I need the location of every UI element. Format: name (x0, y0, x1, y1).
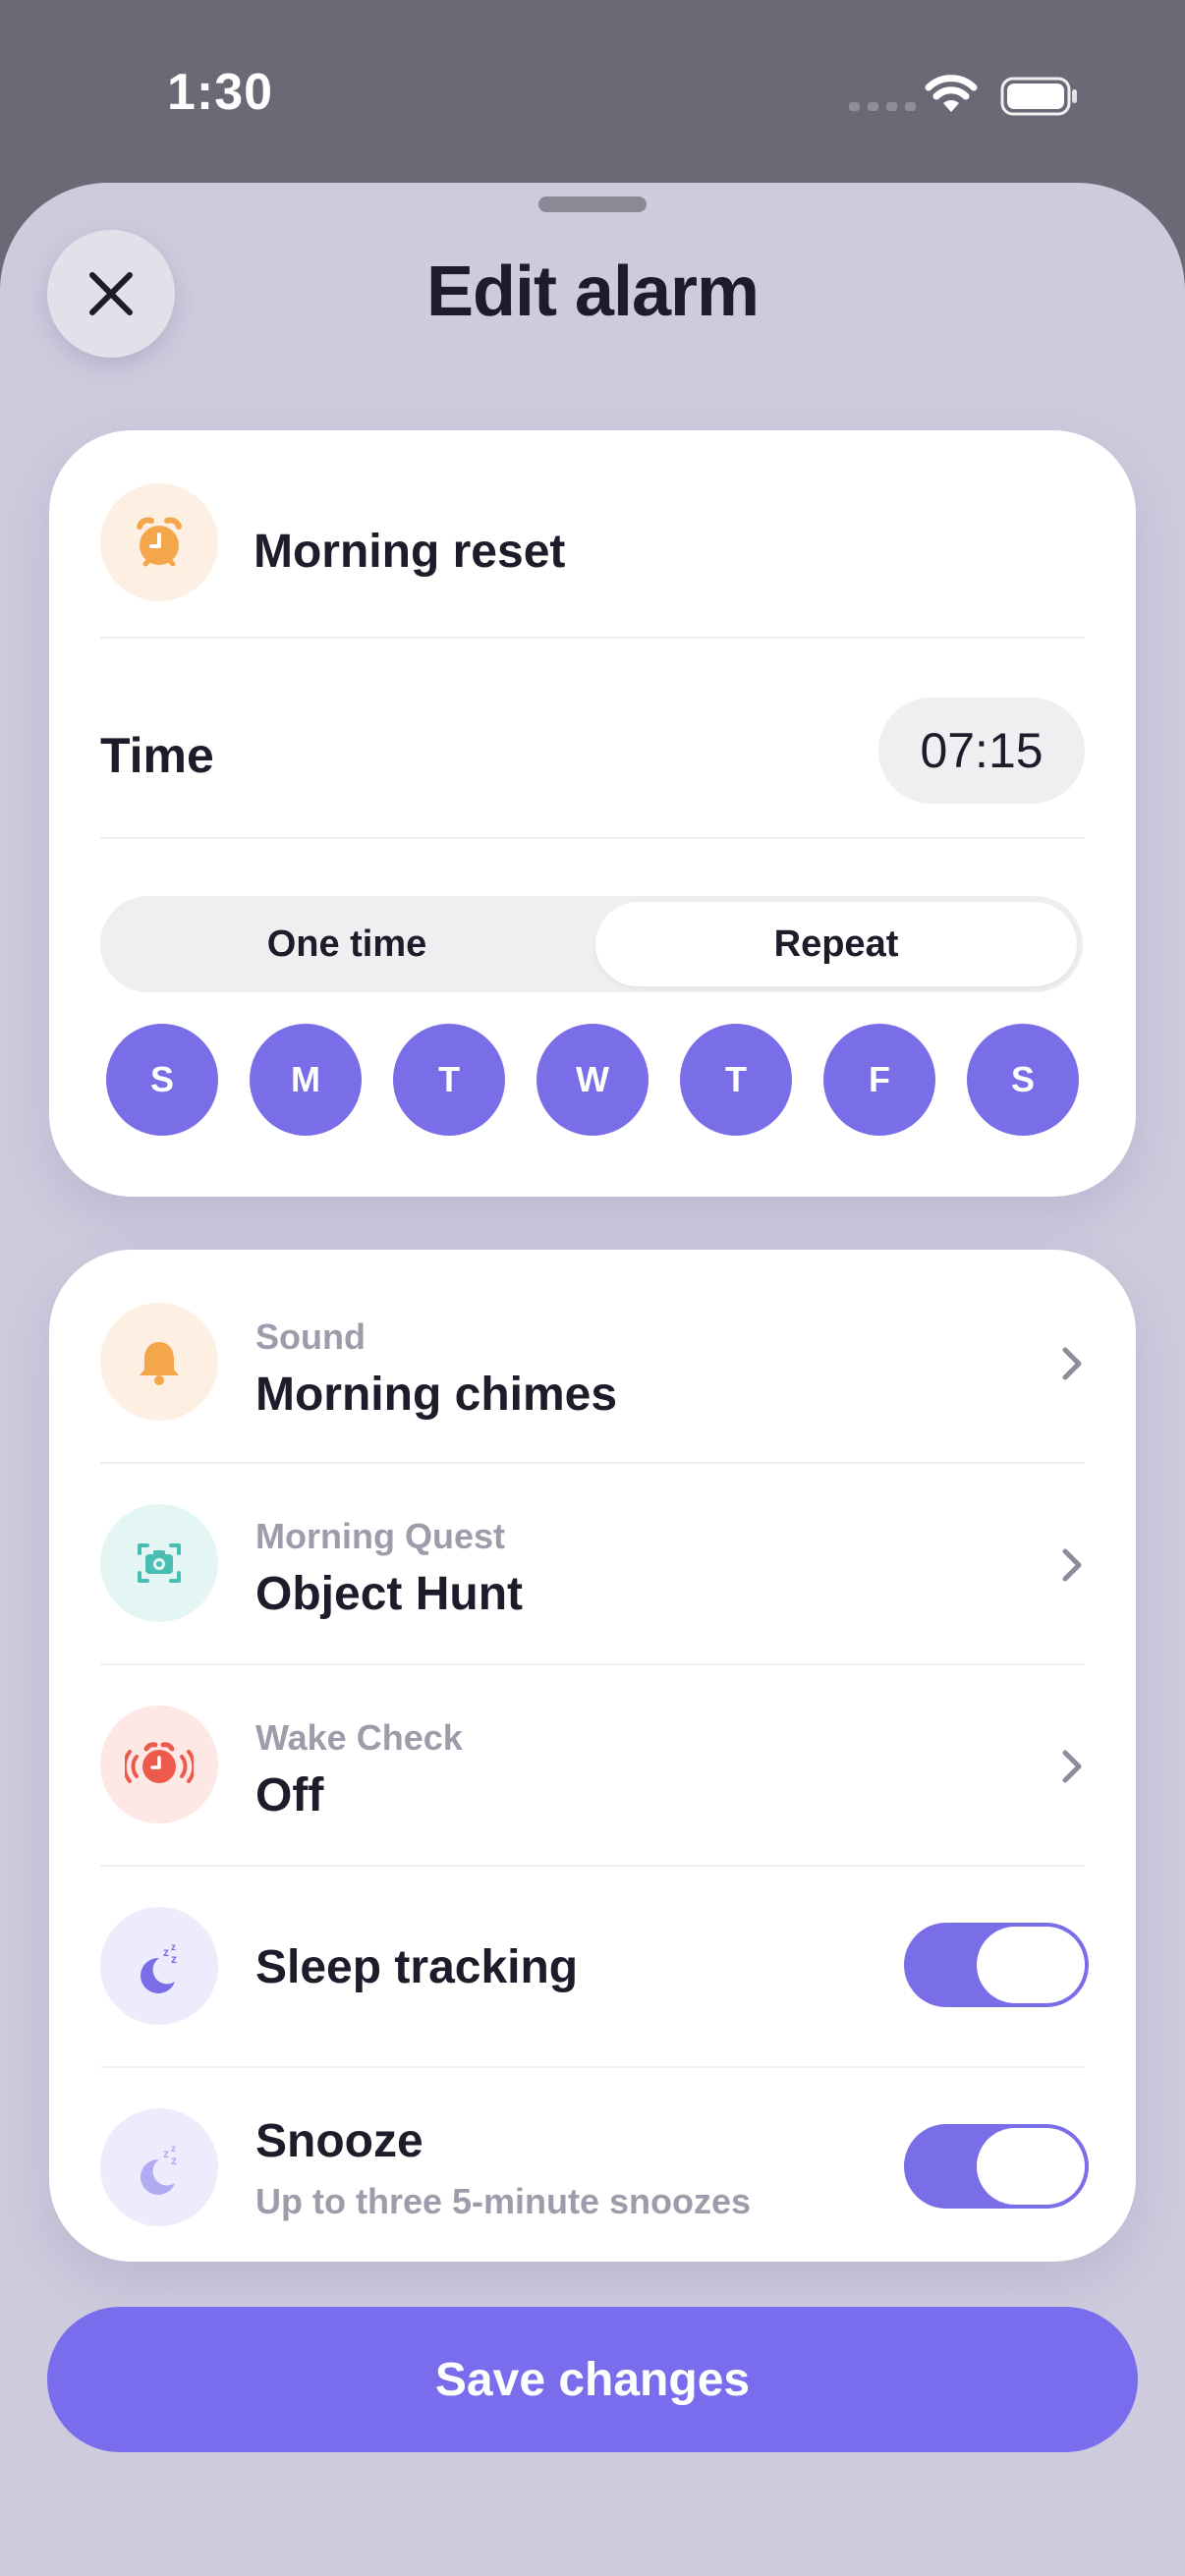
alarm-details-card: Morning reset Time 07:15 One time Repeat… (49, 430, 1136, 1197)
svg-text:z: z (171, 1952, 177, 1966)
day-monday[interactable]: M (250, 1024, 362, 1136)
divider (100, 637, 1085, 639)
sleep-tracking-toggle[interactable] (904, 1923, 1089, 2007)
cellular-signal-icon (849, 102, 916, 111)
toggle-knob (977, 1927, 1085, 2003)
moon-sleep-icon: z z z (100, 1907, 218, 2025)
bell-icon (100, 1303, 218, 1421)
day-saturday[interactable]: S (967, 1024, 1079, 1136)
frequency-segmented-control: One time Repeat (100, 896, 1083, 992)
divider (100, 837, 1085, 839)
alarm-clock-icon (100, 483, 218, 601)
day-tuesday[interactable]: T (393, 1024, 505, 1136)
sleep-tracking-label: Sleep tracking (255, 1941, 579, 1993)
edit-alarm-sheet: Edit alarm Morning reset Time 07:15 One … (0, 183, 1185, 2576)
sound-row[interactable]: Sound Morning chimes (49, 1261, 1136, 1462)
status-time: 1:30 (167, 64, 274, 121)
wake-check-caption: Wake Check (255, 1717, 463, 1758)
alarm-settings-card: Sound Morning chimes Morning Quest Objec… (49, 1250, 1136, 2262)
svg-text:z: z (171, 2154, 177, 2167)
wifi-icon (924, 73, 979, 119)
battery-icon (1000, 77, 1079, 121)
snooze-toggle[interactable] (904, 2124, 1089, 2209)
sound-value: Morning chimes (255, 1369, 618, 1421)
page-title: Edit alarm (425, 252, 760, 331)
chevron-right-icon (1059, 1747, 1085, 1791)
snooze-row: z z z Snooze Up to three 5-minute snooze… (49, 2067, 1136, 2268)
chevron-right-icon (1059, 1344, 1085, 1388)
segment-repeat[interactable]: Repeat (595, 902, 1077, 986)
toggle-knob (977, 2128, 1085, 2205)
segment-one-time[interactable]: One time (106, 902, 588, 986)
repeat-days: S M T W T F S (106, 1024, 1089, 1138)
morning-quest-row[interactable]: Morning Quest Object Hunt (49, 1463, 1136, 1663)
day-sunday[interactable]: S (106, 1024, 218, 1136)
moon-sleep-icon: z z z (100, 2108, 218, 2226)
chevron-right-icon (1059, 1545, 1085, 1590)
quest-value: Object Hunt (255, 1568, 523, 1620)
quest-caption: Morning Quest (255, 1516, 505, 1556)
snooze-label: Snooze (255, 2115, 423, 2167)
day-wednesday[interactable]: W (536, 1024, 649, 1136)
day-friday[interactable]: F (823, 1024, 935, 1136)
status-bar: 1:30 (0, 0, 1185, 187)
sleep-tracking-row: z z z Sleep tracking (49, 1866, 1136, 2066)
ringing-alarm-icon (100, 1706, 218, 1823)
svg-text:z: z (163, 2147, 169, 2160)
sound-caption: Sound (255, 1316, 366, 1357)
time-picker[interactable]: 07:15 (878, 698, 1085, 804)
wake-check-value: Off (255, 1769, 324, 1821)
svg-text:z: z (163, 1945, 169, 1959)
day-thursday[interactable]: T (680, 1024, 792, 1136)
camera-scan-icon (100, 1504, 218, 1622)
wake-check-row[interactable]: Wake Check Off (49, 1664, 1136, 1865)
alarm-name[interactable]: Morning reset (254, 525, 565, 579)
snooze-subtitle: Up to three 5-minute snoozes (255, 2181, 752, 2221)
time-label: Time (100, 728, 214, 783)
sheet-grabber[interactable] (538, 196, 647, 212)
save-changes-button[interactable]: Save changes (47, 2307, 1138, 2452)
